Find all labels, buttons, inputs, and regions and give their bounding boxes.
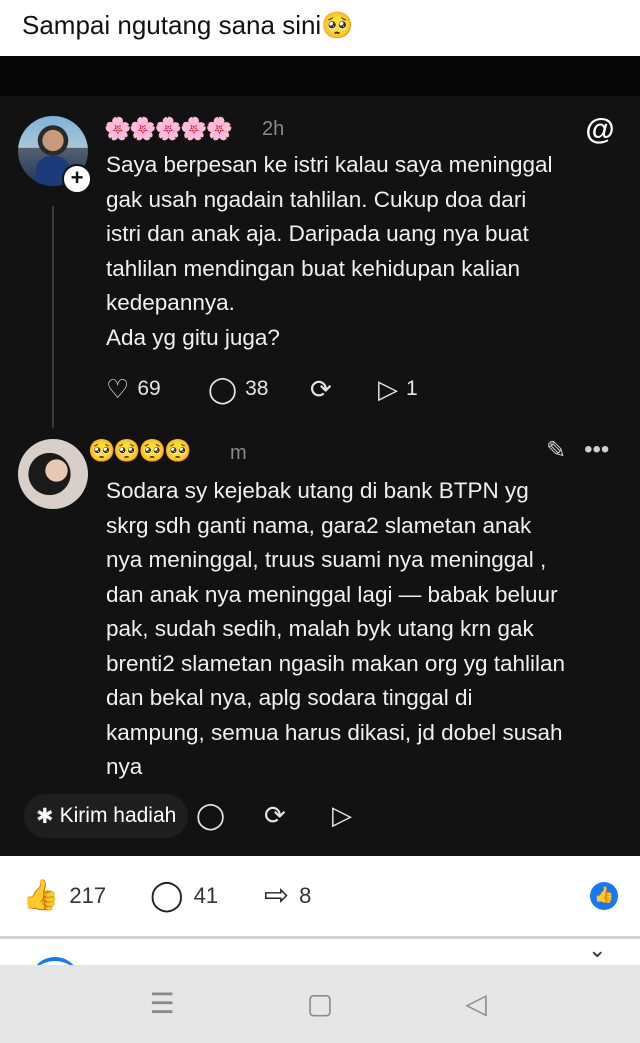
reply-line: dan bekal nya, aplg sodara tinggal di <box>106 685 473 710</box>
threads-logo-icon: @ <box>585 113 615 146</box>
post-line: istri dan anak aja. Daripada uang nya bu… <box>106 221 529 246</box>
threads-top-bar <box>0 56 640 96</box>
reply-time: m <box>230 442 247 464</box>
reply-line: dan anak nya meninggal lagi — babak belu… <box>106 581 558 607</box>
gift-label: Kirim hadiah <box>59 804 177 827</box>
gift-icon: ✱ <box>36 804 54 828</box>
pencil-icon[interactable]: ✎ <box>546 436 566 465</box>
thumbs-up-icon: 👍 <box>22 879 60 912</box>
back-icon[interactable]: ◁ <box>456 987 496 1020</box>
reply-body: Sodara sy kejebak utang di bank BTPN yg … <box>106 474 626 785</box>
reply-line: skrg sdh ganti nama, gara2 slametan anak <box>106 512 532 538</box>
reply-line: brenti2 slametan ngasih makan org yg tah… <box>106 650 566 676</box>
like-reaction-badge-icon: 👍 <box>590 882 618 910</box>
author-name[interactable]: 🌸🌸🌸🌸🌸 <box>104 116 233 142</box>
comment-icon: ◯ <box>208 374 238 404</box>
reply-tools: ✎ ••• <box>546 436 609 465</box>
home-icon[interactable]: ▢ <box>300 987 340 1020</box>
reply-author-avatar[interactable] <box>18 439 88 509</box>
fb-share-count: 8 <box>299 882 312 908</box>
fb-comment-button[interactable]: ◯ 41 <box>150 878 218 913</box>
comment-bubble-icon: ◯ <box>150 879 184 912</box>
fb-comment-count: 41 <box>193 882 219 908</box>
reply-comment-icon[interactable]: ◯ <box>196 800 225 831</box>
post-line: Ada yg gitu juga? <box>106 324 280 350</box>
repost-icon: ⟳ <box>310 374 332 404</box>
reply-send-icon[interactable]: ▷ <box>332 800 352 831</box>
reply-line: pak, sudah sedih, malah byk utang krn ga… <box>106 616 534 641</box>
more-options-icon[interactable]: ••• <box>584 436 609 465</box>
post-line: tahlilan mendingan buat kehidupan kalian <box>106 255 521 281</box>
reply-line: nya <box>106 754 143 779</box>
reply-author-name[interactable]: 🥺🥺🥺🥺 <box>88 438 192 464</box>
post-caption-bar: Sampai ngutang sana sini🥺 <box>0 0 640 56</box>
follow-plus-icon[interactable]: + <box>62 164 92 194</box>
reply-line: nya meninggal, truus suami nya meninggal… <box>106 547 547 572</box>
facebook-action-bar: 👍 217 ◯ 41 ⇨ 8 👍 <box>0 856 640 938</box>
reply-count: 38 <box>245 377 269 400</box>
reply-button[interactable]: ◯ 38 <box>208 376 268 402</box>
next-avatar-edge <box>30 957 80 965</box>
share-arrow-icon: ⇨ <box>264 879 290 912</box>
reply-line: Sodara sy kejebak utang di bank BTPN yg <box>106 478 529 503</box>
next-post-peek: ⌄ <box>0 939 640 965</box>
post-line: Saya berpesan ke istri kalau saya mening… <box>106 152 553 177</box>
reply-repost-icon[interactable]: ⟳ <box>264 800 286 831</box>
reply-line: kampung, semua harus dikasi, jd dobel su… <box>106 719 563 745</box>
like-count: 69 <box>137 377 161 400</box>
fb-like-count: 217 <box>69 882 107 908</box>
post-caption: Sampai ngutang sana sini🥺 <box>22 10 354 40</box>
post-body: Saya berpesan ke istri kalau saya mening… <box>106 148 626 355</box>
heart-icon: ♡ <box>106 374 130 404</box>
like-button[interactable]: ♡ 69 <box>106 376 161 402</box>
share-count: 1 <box>406 377 418 400</box>
repost-button[interactable]: ⟳ <box>310 376 332 402</box>
post-time: 2h <box>262 118 285 140</box>
post-line: gak usah ngadain tahlilan. Cukup doa dar… <box>106 186 527 212</box>
send-icon: ▷ <box>378 374 398 404</box>
share-button[interactable]: ▷ 1 <box>378 376 418 402</box>
recent-apps-icon[interactable]: ☰ <box>142 987 182 1020</box>
send-gift-button[interactable]: ✱ Kirim hadiah <box>24 794 189 838</box>
system-navigation-bar: ☰ ▢ ◁ <box>0 965 640 1043</box>
thread-connector-line <box>52 206 54 428</box>
post-line: kedepannya. <box>106 290 235 315</box>
fb-share-button[interactable]: ⇨ 8 <box>264 878 311 913</box>
chevron-down-icon: ⌄ <box>588 939 607 962</box>
fb-like-button[interactable]: 👍 217 <box>22 878 106 913</box>
threads-screenshot: + 🌸🌸🌸🌸🌸 2h @ Saya berpesan ke istri kala… <box>0 56 640 856</box>
